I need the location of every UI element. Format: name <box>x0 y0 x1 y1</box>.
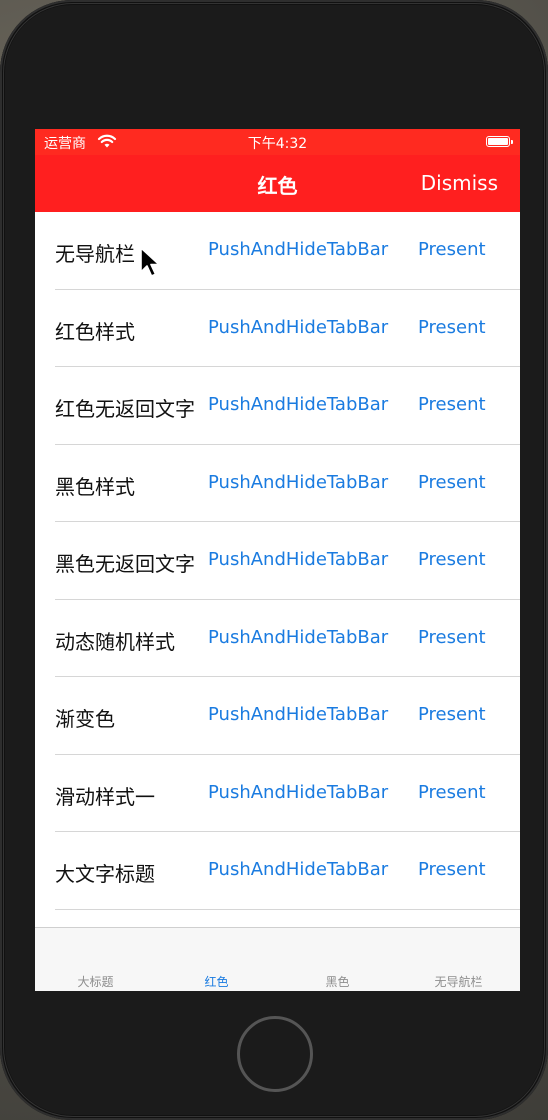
tab-bar: 大标题 红色 黑色 无导航栏 <box>35 927 520 991</box>
battery-icon <box>486 136 513 147</box>
present-button[interactable]: Present <box>418 239 486 260</box>
push-hide-tabbar-button[interactable]: PushAndHideTabBar <box>208 317 388 338</box>
list-row[interactable]: 红色样式 PushAndHideTabBar Present <box>35 290 520 367</box>
push-hide-tabbar-button[interactable]: PushAndHideTabBar <box>208 782 388 803</box>
row-title: 渐变色 <box>55 707 115 731</box>
list-row[interactable]: 大文字标题 PushAndHideTabBar Present <box>35 832 520 910</box>
tab-item[interactable]: 红色 <box>156 973 277 990</box>
push-hide-tabbar-button[interactable]: PushAndHideTabBar <box>208 394 388 415</box>
push-hide-tabbar-button[interactable]: PushAndHideTabBar <box>208 704 388 725</box>
status-bar: 运营商 下午4:32 <box>35 129 520 155</box>
status-time: 下午4:32 <box>247 136 308 152</box>
tab-item[interactable]: 无导航栏 <box>398 973 519 990</box>
list-row[interactable]: 红色无返回文字 PushAndHideTabBar Present <box>35 367 520 445</box>
tab-item[interactable]: 大标题 <box>35 973 156 990</box>
push-hide-tabbar-button[interactable]: PushAndHideTabBar <box>208 627 388 648</box>
present-button[interactable]: Present <box>418 782 486 803</box>
push-hide-tabbar-button[interactable]: PushAndHideTabBar <box>208 859 388 880</box>
row-title: 黑色无返回文字 <box>55 552 195 576</box>
list-row[interactable]: 无导航栏 PushAndHideTabBar Present <box>35 212 520 290</box>
dismiss-button[interactable]: Dismiss <box>421 171 498 195</box>
list-row[interactable]: 渐变色 PushAndHideTabBar Present <box>35 677 520 755</box>
list-row[interactable]: 黑色无返回文字 PushAndHideTabBar Present <box>35 522 520 600</box>
list-row[interactable]: 滑动样式一 PushAndHideTabBar Present <box>35 755 520 832</box>
present-button[interactable]: Present <box>418 627 486 648</box>
push-hide-tabbar-button[interactable]: PushAndHideTabBar <box>208 549 388 570</box>
tab-item[interactable]: 黑色 <box>277 973 398 990</box>
present-button[interactable]: Present <box>418 549 486 570</box>
row-title: 红色样式 <box>55 319 135 344</box>
list-row[interactable]: 动态随机样式 PushAndHideTabBar Present <box>35 600 520 677</box>
home-button[interactable] <box>237 1016 313 1092</box>
present-button[interactable]: Present <box>418 859 486 880</box>
navigation-bar: 红色 Dismiss <box>35 155 520 212</box>
row-title: 黑色样式 <box>55 474 135 499</box>
row-separator <box>55 908 520 910</box>
app-screen: 运营商 下午4:32 红色 Dismiss 无导航栏 PushAndHideTab… <box>35 129 520 991</box>
push-hide-tabbar-button[interactable]: PushAndHideTabBar <box>208 472 388 493</box>
row-title: 红色无返回文字 <box>55 397 195 421</box>
row-title: 大文字标题 <box>55 862 155 886</box>
present-button[interactable]: Present <box>418 704 486 725</box>
row-title: 动态随机样式 <box>55 629 175 654</box>
present-button[interactable]: Present <box>418 394 486 415</box>
row-title: 滑动样式一 <box>55 784 155 809</box>
mouse-cursor-icon <box>140 247 160 277</box>
style-list: 无导航栏 PushAndHideTabBar Present 红色样式 PushAndH… <box>35 212 520 910</box>
present-button[interactable]: Present <box>418 472 486 493</box>
present-button[interactable]: Present <box>418 317 486 338</box>
row-title: 无导航栏 <box>55 242 135 266</box>
list-row[interactable]: 黑色样式 PushAndHideTabBar Present <box>35 445 520 522</box>
push-hide-tabbar-button[interactable]: PushAndHideTabBar <box>208 239 388 260</box>
